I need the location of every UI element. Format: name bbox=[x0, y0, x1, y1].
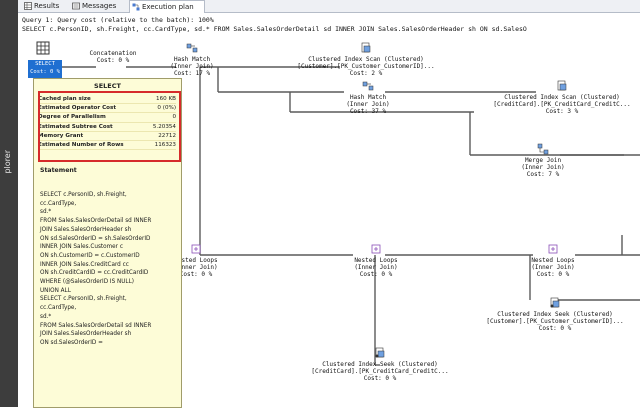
tooltip-property-row: Estimated Number of Rows 116323 bbox=[38, 141, 176, 151]
ci-seek-creditcard-cost: Cost: 0 % bbox=[363, 375, 397, 382]
ci-scan-customer-name: Clustered Index Scan (Clustered) bbox=[308, 56, 424, 63]
ci-seek-customer-node[interactable]: Clustered Index Seek (Clustered) [Custom… bbox=[480, 297, 630, 332]
property-key: Estimated Number of Rows bbox=[38, 141, 124, 148]
merge-join-type: (Inner Join) bbox=[521, 164, 565, 171]
tooltip-title: SELECT bbox=[94, 82, 121, 90]
property-key: Estimated Operator Cost bbox=[38, 105, 117, 112]
ci-seek-creditcard-object: [CreditCard].[PK_CreditCard_CreditC... bbox=[311, 368, 449, 375]
select-icon bbox=[36, 41, 50, 55]
nested-loops-icon bbox=[548, 244, 558, 254]
property-value: 160 KB bbox=[156, 96, 176, 102]
ci-scan-customer-object: [Customer].[PK_Customer_CustomerID]... bbox=[297, 63, 435, 70]
tooltip-property-row: Estimated Subtree Cost 5.20354 bbox=[38, 123, 176, 132]
clustered-index-seek-icon bbox=[375, 347, 385, 358]
nested-loops-node-2[interactable]: Nested Loops (Inner Join) Cost: 0 % bbox=[350, 243, 402, 278]
clustered-index-scan-icon bbox=[361, 42, 371, 53]
nested-loops-3-cost: Cost: 0 % bbox=[536, 271, 570, 278]
property-value: 5.20354 bbox=[152, 123, 176, 130]
hash-match-icon bbox=[186, 43, 198, 53]
hash-match-1-type: (Inner Join) bbox=[170, 63, 214, 70]
hash-match-2-type: (Inner Join) bbox=[346, 101, 390, 108]
ci-scan-creditcard-node[interactable]: Clustered Index Scan (Clustered) [Credit… bbox=[487, 80, 637, 115]
merge-join-cost: Cost: 7 % bbox=[526, 171, 560, 178]
nested-loops-3-name: Nested Loops bbox=[531, 257, 575, 264]
hash-match-1-name: Hash Match bbox=[173, 56, 211, 63]
select-node-label: SELECT bbox=[35, 61, 55, 67]
hash-match-1-cost: Cost: 17 % bbox=[173, 70, 211, 77]
merge-join-icon bbox=[537, 143, 549, 155]
property-key: Memory Grant bbox=[38, 132, 84, 139]
hash-match-icon bbox=[362, 81, 374, 91]
tooltip-property-row: Memory Grant 22712 bbox=[38, 132, 176, 141]
property-value: 116323 bbox=[154, 141, 176, 148]
ci-scan-customer-cost: Cost: 2 % bbox=[349, 70, 383, 77]
clustered-index-seek-icon bbox=[550, 297, 560, 308]
property-key: Estimated Subtree Cost bbox=[38, 123, 113, 130]
select-node-cost: Cost: 0 % bbox=[30, 69, 60, 75]
tooltip-property-row: Degree of Parallelism 0 bbox=[38, 113, 176, 123]
property-value: 0 bbox=[172, 114, 176, 121]
ci-scan-creditcard-object: [CreditCard].[PK_CreditCard_CreditC... bbox=[493, 101, 631, 108]
select-node[interactable]: SELECT Cost: 0 % bbox=[28, 60, 62, 78]
ci-scan-creditcard-name: Clustered Index Scan (Clustered) bbox=[504, 94, 620, 101]
concatenation-cost: Cost: 0 % bbox=[96, 57, 130, 64]
concatenation-name: Concatenation bbox=[89, 50, 137, 57]
tooltip-property-row: Cached plan size 160 KB bbox=[38, 95, 176, 105]
merge-join-name: Merge Join bbox=[524, 157, 562, 164]
nested-loops-icon bbox=[371, 244, 381, 254]
nested-loops-node-3[interactable]: Nested Loops (Inner Join) Cost: 0 % bbox=[527, 243, 579, 278]
property-value: 22712 bbox=[158, 132, 176, 139]
ci-scan-customer-node[interactable]: Clustered Index Scan (Clustered) [Custom… bbox=[296, 42, 436, 77]
ci-seek-creditcard-node[interactable]: Clustered Index Seek (Clustered) [Credit… bbox=[305, 347, 455, 382]
tooltip-property-row: Estimated Operator Cost 0 (0%) bbox=[38, 104, 176, 114]
ci-seek-customer-cost: Cost: 0 % bbox=[538, 325, 572, 332]
hash-match-2-cost: Cost: 37 % bbox=[349, 108, 387, 115]
statement-header: Statement bbox=[40, 167, 77, 174]
ci-seek-creditcard-name: Clustered Index Seek (Clustered) bbox=[322, 361, 438, 368]
nested-loops-3-type: (Inner Join) bbox=[531, 264, 575, 271]
ci-seek-customer-object: [Customer].[PK_Customer_CustomerID]... bbox=[486, 318, 624, 325]
ci-scan-creditcard-cost: Cost: 3 % bbox=[545, 108, 579, 115]
statement-text: SELECT c.PersonID, sh.Freight, cc.CardTy… bbox=[40, 192, 152, 346]
nested-loops-2-name: Nested Loops bbox=[354, 257, 398, 264]
property-key: Cached plan size bbox=[38, 96, 91, 102]
clustered-index-scan-icon bbox=[557, 80, 567, 91]
ci-seek-customer-name: Clustered Index Seek (Clustered) bbox=[497, 311, 613, 318]
property-value: 0 (0%) bbox=[157, 105, 176, 112]
nested-loops-2-cost: Cost: 0 % bbox=[359, 271, 393, 278]
merge-join-node[interactable]: Merge Join (Inner Join) Cost: 7 % bbox=[517, 143, 569, 178]
hash-match-node-2[interactable]: Hash Match (Inner Join) Cost: 37 % bbox=[342, 80, 394, 115]
nested-loops-icon bbox=[191, 244, 201, 254]
tooltip-properties: Cached plan size 160 KB Estimated Operato… bbox=[38, 95, 176, 151]
nested-loops-2-type: (Inner Join) bbox=[354, 264, 398, 271]
concatenation-node[interactable]: Concatenation Cost: 0 % bbox=[88, 50, 138, 64]
select-tooltip: SELECT Cached plan size 160 KB Estimated … bbox=[33, 78, 182, 408]
hash-match-node-1[interactable]: Hash Match (Inner Join) Cost: 17 % bbox=[166, 42, 218, 77]
hash-match-2-name: Hash Match bbox=[349, 94, 387, 101]
property-key: Degree of Parallelism bbox=[38, 114, 106, 121]
